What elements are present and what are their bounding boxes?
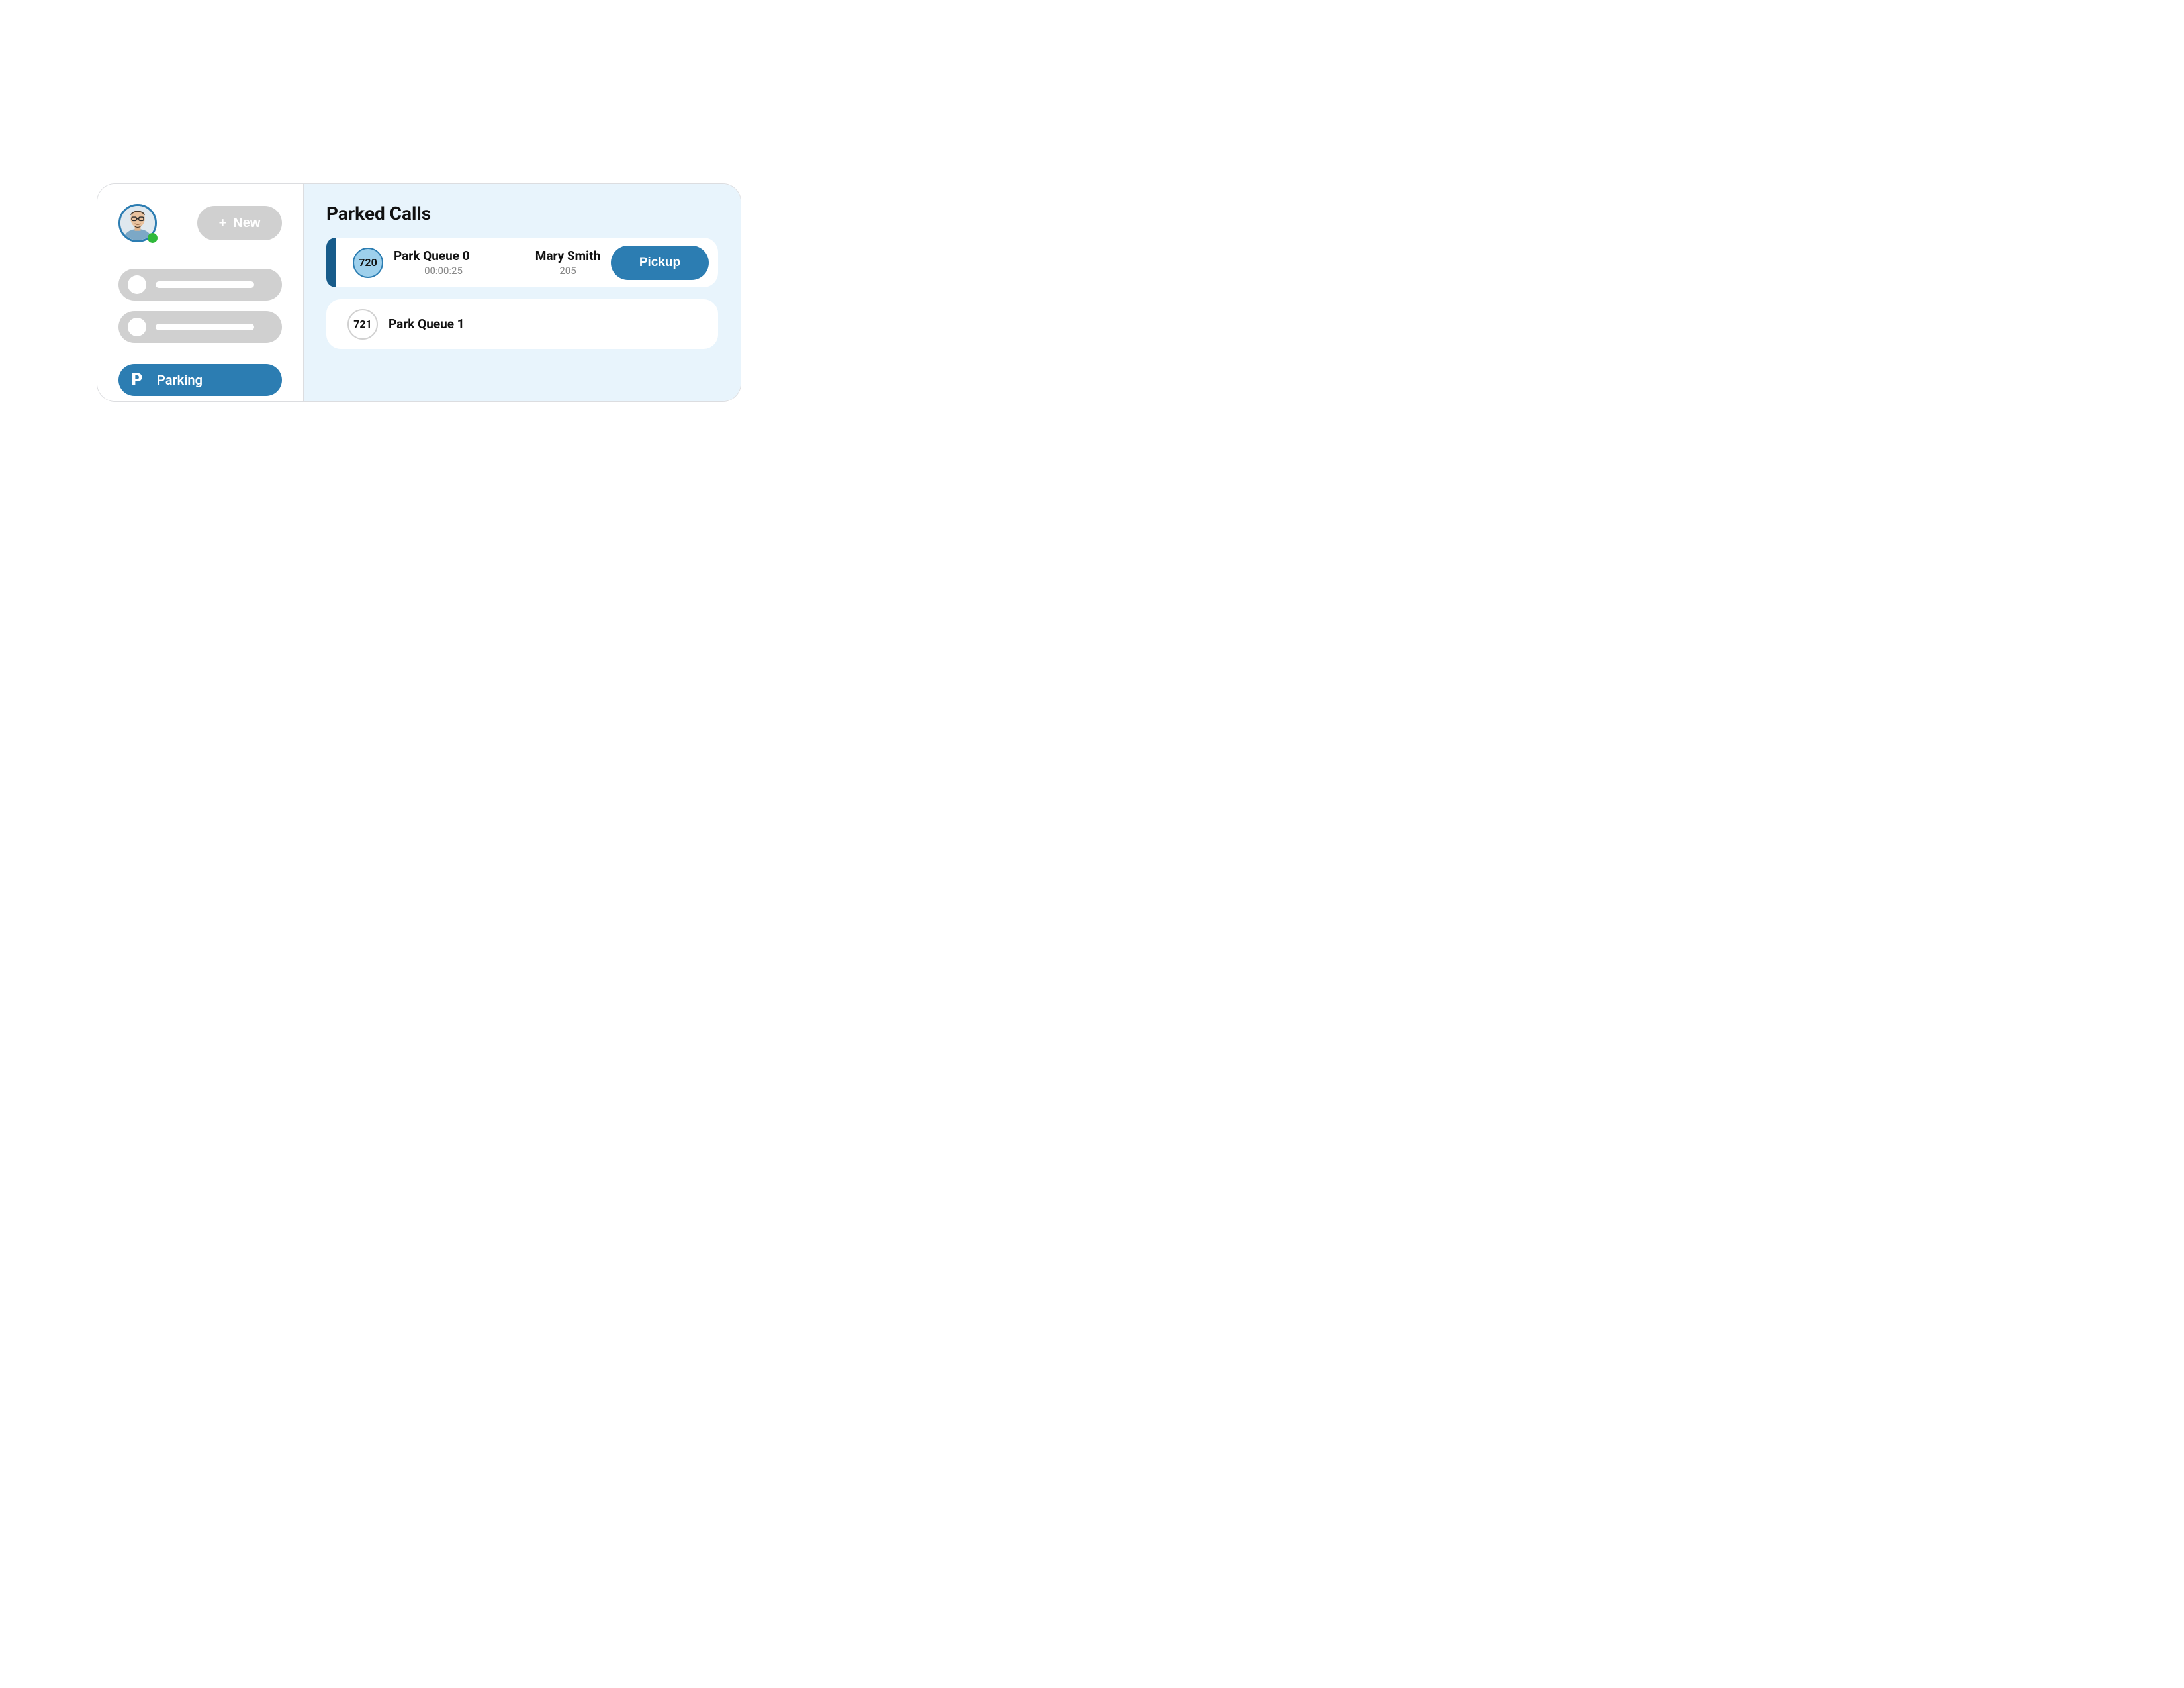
call-id-badge: 721 — [347, 309, 378, 340]
parking-icon: P — [128, 371, 146, 389]
presence-indicator-online — [148, 233, 158, 243]
parked-call-card[interactable]: 721 Park Queue 1 — [326, 299, 718, 349]
placeholder-circle-icon — [128, 318, 146, 336]
sidebar-nav-list: P Parking — [118, 269, 282, 396]
parked-call-card[interactable]: 720 Park Queue 0 00:00:25 Mary Smith 205… — [326, 238, 718, 287]
page-title: Parked Calls — [326, 203, 718, 224]
sidebar-item-placeholder[interactable] — [118, 269, 282, 301]
caller-info: Mary Smith 205 — [525, 248, 611, 277]
caller-name: Mary Smith — [525, 248, 611, 263]
queue-name: Park Queue 1 — [388, 316, 488, 332]
app-card: + New P Parking Parked Calls — [97, 183, 741, 402]
placeholder-bar — [156, 324, 254, 330]
queue-info: Park Queue 0 00:00:25 — [394, 248, 493, 277]
sidebar: + New P Parking — [97, 184, 304, 401]
sidebar-item-parking[interactable]: P Parking — [118, 364, 282, 396]
sidebar-item-label: Parking — [157, 372, 203, 388]
active-accent-bar — [326, 238, 336, 287]
plus-icon: + — [219, 216, 227, 230]
placeholder-circle-icon — [128, 275, 146, 294]
call-id-badge: 720 — [353, 248, 383, 278]
call-id: 721 — [353, 318, 372, 330]
call-id: 720 — [359, 256, 377, 269]
new-button[interactable]: + New — [197, 206, 282, 240]
sidebar-header: + New — [118, 204, 282, 242]
caller-extension: 205 — [525, 265, 611, 277]
queue-name: Park Queue 0 — [394, 248, 493, 263]
sidebar-item-placeholder[interactable] — [118, 311, 282, 343]
queue-info: Park Queue 1 — [388, 316, 488, 332]
pickup-button[interactable]: Pickup — [611, 246, 709, 280]
avatar-wrap[interactable] — [118, 204, 157, 242]
placeholder-bar — [156, 281, 254, 288]
new-button-label: New — [233, 216, 260, 231]
queue-timer: 00:00:25 — [394, 265, 493, 277]
main-panel: Parked Calls 720 Park Queue 0 00:00:25 M… — [304, 184, 741, 401]
